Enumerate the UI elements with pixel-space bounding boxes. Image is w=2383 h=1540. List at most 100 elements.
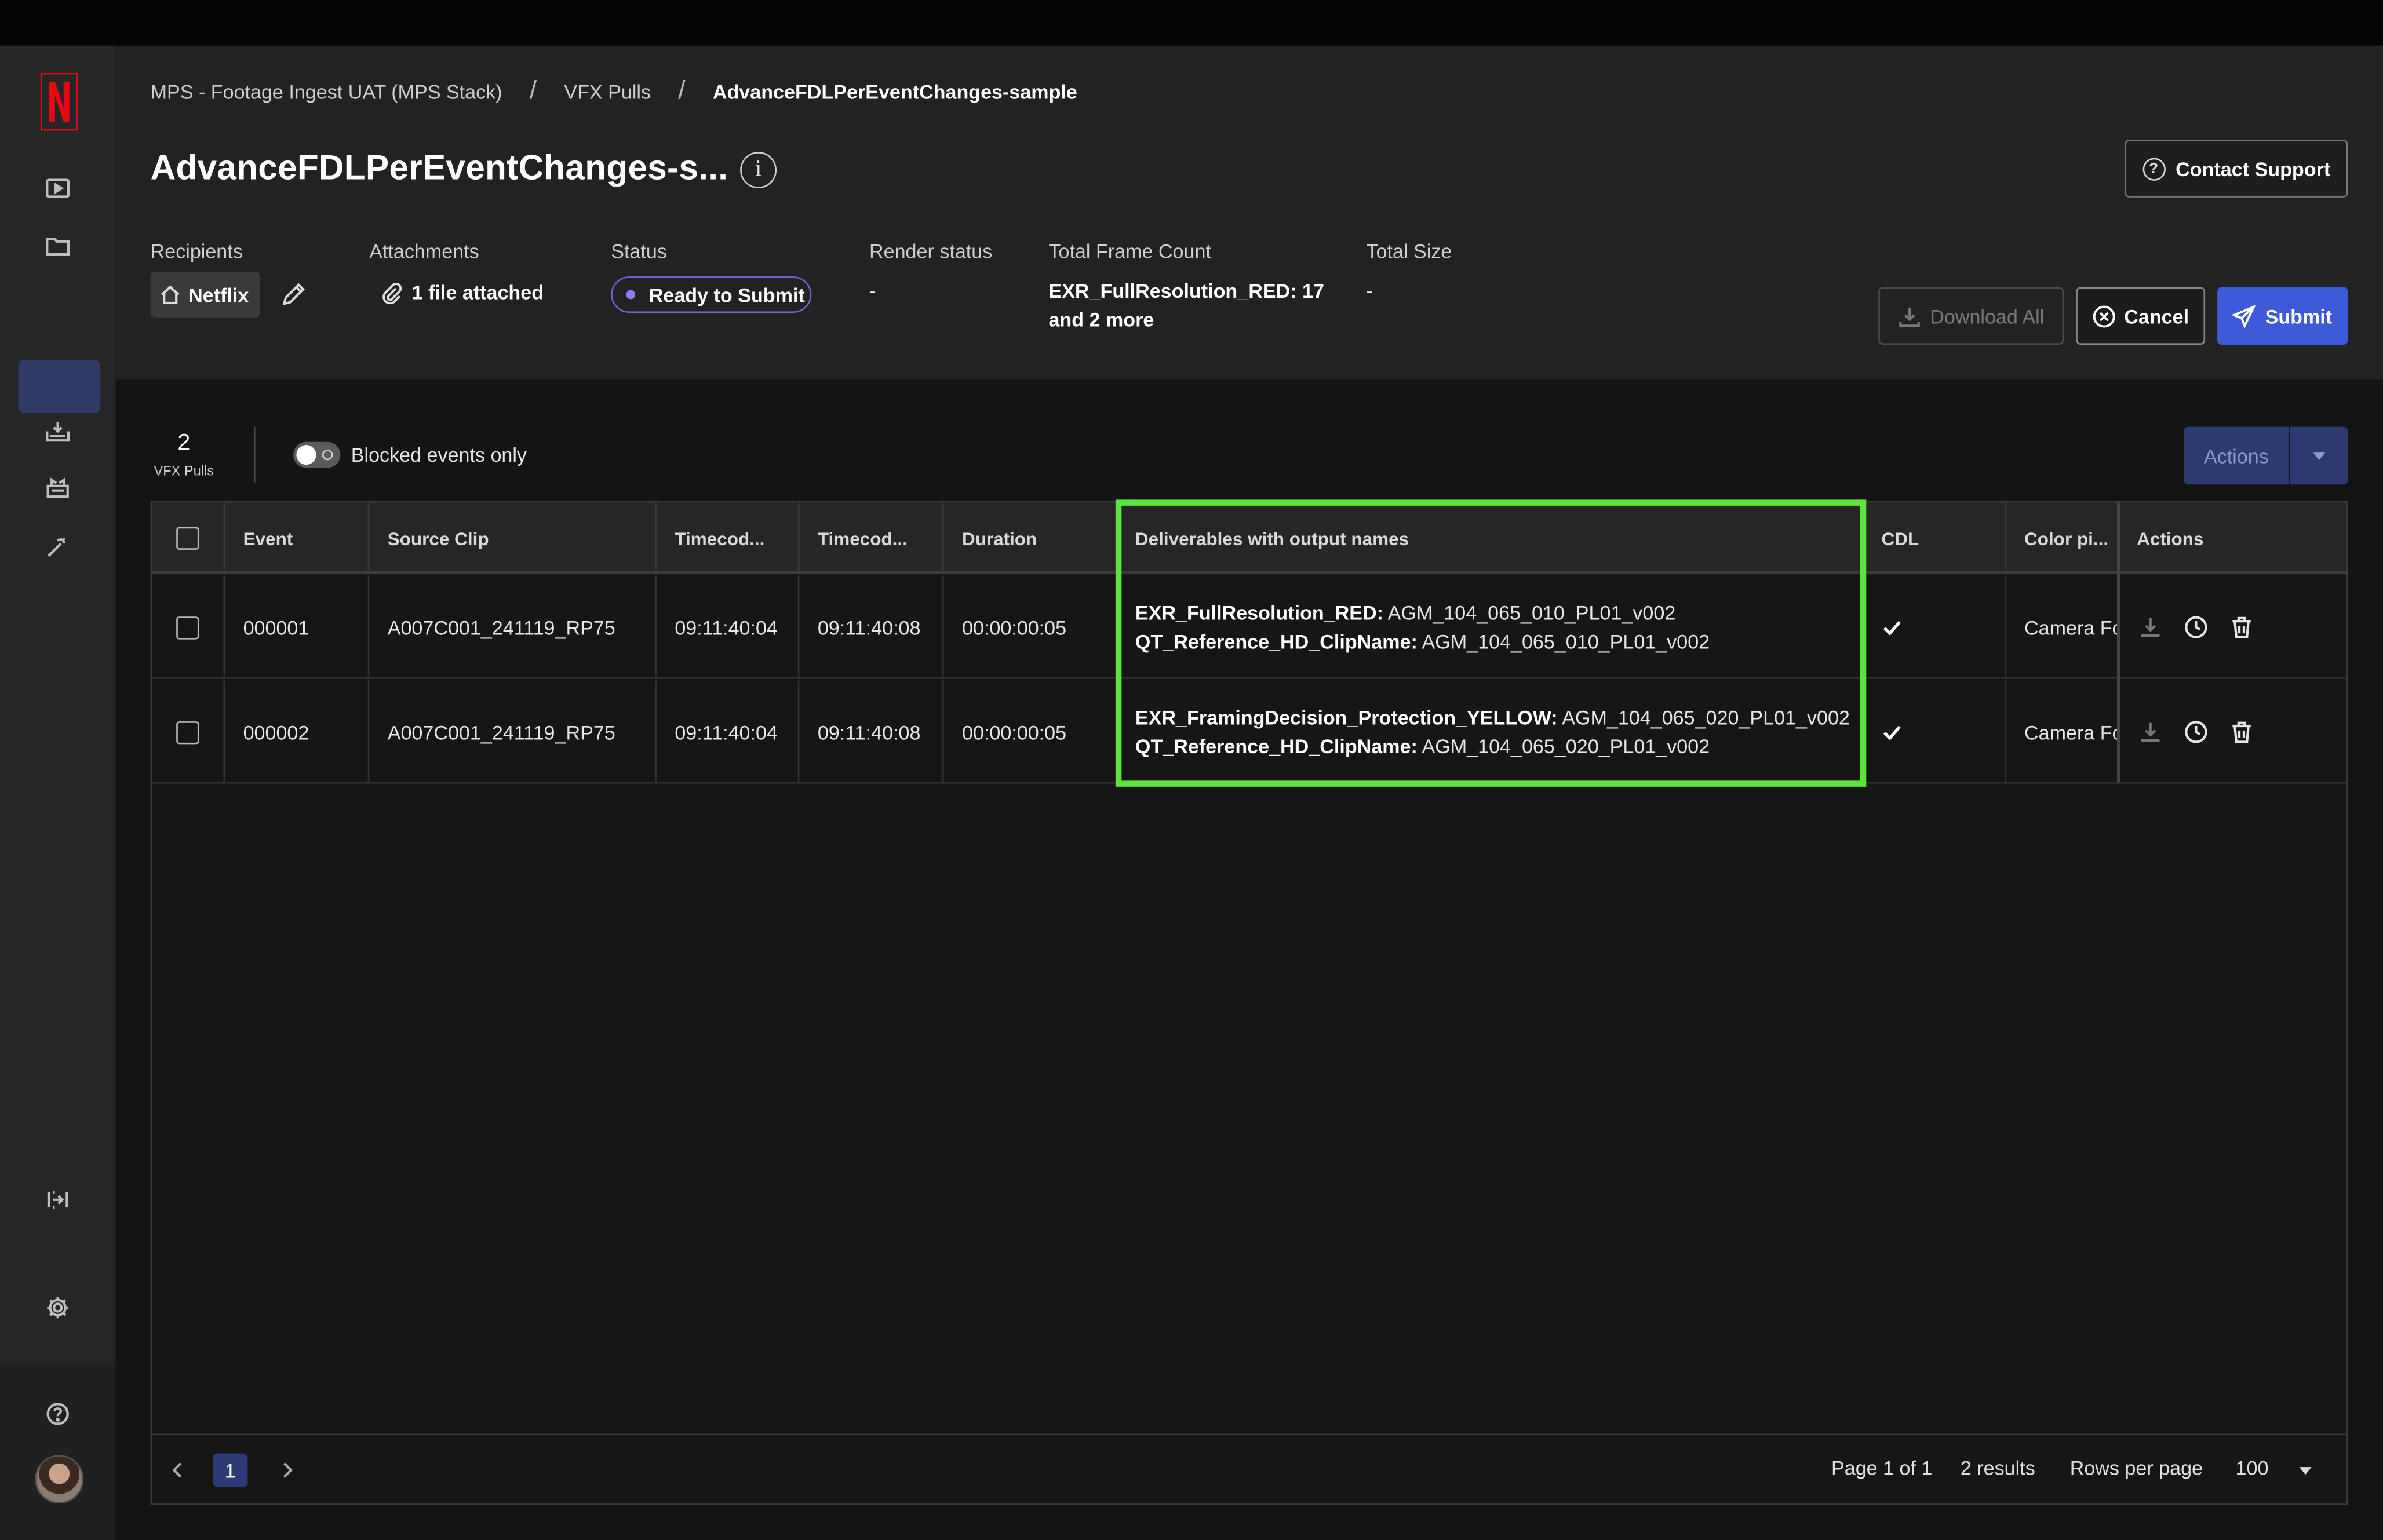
row-checkbox[interactable] xyxy=(176,720,199,744)
question-circle-icon: ? xyxy=(2142,157,2165,180)
netflix-logo[interactable] xyxy=(39,72,79,131)
cell-deliverables: EXR_FramingDecision_Protection_YELLOW: A… xyxy=(1117,680,1864,784)
total-size-label: Total Size xyxy=(1366,240,1452,263)
page-number-current[interactable]: 1 xyxy=(213,1453,248,1487)
render-status-label: Render status xyxy=(869,240,993,263)
col-color-pipeline[interactable]: Color pi... xyxy=(2006,502,2119,574)
expand-sidebar-icon[interactable] xyxy=(39,1181,76,1218)
deliverable-line: QT_Reference_HD_ClipName: AGM_104_065_01… xyxy=(1135,627,1710,656)
history-icon[interactable] xyxy=(2182,614,2210,641)
trash-icon[interactable] xyxy=(2228,718,2255,746)
contact-support-label: Contact Support xyxy=(2176,157,2331,180)
recipient-chip[interactable]: Netflix xyxy=(150,272,260,318)
download-all-label: Download All xyxy=(1930,304,2045,327)
close-circle-icon xyxy=(2092,305,2115,327)
magic-wand-icon[interactable] xyxy=(39,528,76,565)
toggle-knob xyxy=(296,445,316,465)
send-icon xyxy=(2233,304,2256,327)
download-icon[interactable] xyxy=(2137,614,2164,641)
col-deliverables[interactable]: Deliverables with output names xyxy=(1117,502,1864,574)
cell-timecode-in: 09:11:40:04 xyxy=(657,575,800,679)
cell-duration: 00:00:00:05 xyxy=(944,575,1117,679)
select-all-checkbox[interactable] xyxy=(176,527,199,550)
render-status-value: - xyxy=(869,279,876,302)
total-frame-count-label: Total Frame Count xyxy=(1048,240,1211,263)
deliverable-output: AGM_104_065_020_PL01_v002 xyxy=(1562,706,1850,729)
breadcrumb-separator: / xyxy=(529,76,537,105)
col-source-clip[interactable]: Source Clip xyxy=(369,502,657,574)
breadcrumb-separator: / xyxy=(678,76,686,105)
cell-timecode-out: 09:11:40:08 xyxy=(799,575,944,679)
trash-icon[interactable] xyxy=(2228,614,2255,641)
table-header: Event Source Clip Timecod... Timecod... … xyxy=(152,502,2346,574)
deliverable-name: EXR_FullResolution_RED: xyxy=(1135,601,1384,625)
download-all-button[interactable]: Download All xyxy=(1878,287,2064,345)
rows-per-page-label: Rows per page xyxy=(2069,1456,2203,1480)
deliverable-output: AGM_104_065_020_PL01_v002 xyxy=(1422,735,1710,758)
breadcrumb-item-project[interactable]: MPS - Footage Ingest UAT (MPS Stack) xyxy=(151,80,502,103)
submit-label: Submit xyxy=(2265,304,2333,327)
actions-dropdown-toggle[interactable] xyxy=(2290,426,2348,485)
divider xyxy=(253,426,256,483)
recipients-label: Recipients xyxy=(150,240,243,263)
breadcrumb-current: AdvanceFDLPerEventChanges-sample xyxy=(712,79,1077,103)
attachments-link[interactable]: 1 file attached xyxy=(381,281,544,304)
breadcrumb: MPS - Footage Ingest UAT (MPS Stack) / V… xyxy=(151,76,1077,105)
deliverable-name: QT_Reference_HD_ClipName: xyxy=(1135,630,1418,654)
page-title: AdvanceFDLPerEventChanges-s... xyxy=(150,147,728,187)
sidebar-footer xyxy=(0,1362,116,1540)
breadcrumb-item-vfx-pulls[interactable]: VFX Pulls xyxy=(564,80,651,103)
cell-duration: 00:00:00:05 xyxy=(944,680,1117,784)
help-icon[interactable] xyxy=(39,1396,76,1432)
cell-actions xyxy=(2119,575,2346,678)
cell-cdl xyxy=(1863,575,2006,679)
ingest-icon[interactable] xyxy=(39,413,76,450)
history-icon[interactable] xyxy=(2182,718,2210,746)
avatar[interactable] xyxy=(35,1455,84,1504)
prev-page-icon[interactable] xyxy=(164,1457,191,1484)
col-duration[interactable]: Duration xyxy=(944,502,1117,574)
deliverable-output: AGM_104_065_010_PL01_v002 xyxy=(1387,601,1676,625)
pull-icon[interactable] xyxy=(39,469,76,506)
cell-deliverables: EXR_FullResolution_RED: AGM_104_065_010_… xyxy=(1117,575,1864,679)
vfx-pulls-count: 2 xyxy=(177,429,191,456)
select-all-cell xyxy=(152,502,225,574)
contact-support-button[interactable]: ? Contact Support xyxy=(2125,140,2348,198)
row-checkbox[interactable] xyxy=(176,615,199,639)
vfx-pulls-table: Event Source Clip Timecod... Timecod... … xyxy=(150,501,2348,1505)
col-cdl[interactable]: CDL xyxy=(1863,502,2006,574)
status-dot xyxy=(626,290,636,300)
recipient-chip-label: Netflix xyxy=(188,283,249,306)
cell-timecode-in: 09:11:40:04 xyxy=(657,680,800,784)
deliverable-line: EXR_FullResolution_RED: AGM_104_065_010_… xyxy=(1135,599,1675,627)
cell-source-clip: A007C001_241119_RP75 xyxy=(369,575,657,679)
play-icon[interactable] xyxy=(39,170,76,207)
col-timecode-out[interactable]: Timecod... xyxy=(799,502,944,574)
cancel-button[interactable]: Cancel xyxy=(2076,287,2206,345)
rows-per-page-select[interactable]: 100 xyxy=(2236,1457,2269,1479)
blocked-events-toggle[interactable] xyxy=(293,441,341,468)
cancel-label: Cancel xyxy=(2124,304,2189,327)
chevron-down-icon xyxy=(2313,451,2326,459)
download-icon xyxy=(1899,306,1920,326)
checkmark-icon xyxy=(1883,725,1901,740)
col-event[interactable]: Event xyxy=(225,502,370,574)
folder-icon[interactable] xyxy=(39,228,76,264)
cell-source-clip: A007C001_241119_RP75 xyxy=(369,680,657,784)
window-top-bar xyxy=(0,0,2383,46)
edit-recipients-icon[interactable] xyxy=(280,281,307,308)
col-timecode-in[interactable]: Timecod... xyxy=(657,502,800,574)
info-icon[interactable]: i xyxy=(740,152,777,189)
total-frame-count-line2[interactable]: and 2 more xyxy=(1048,305,1154,334)
next-page-icon[interactable] xyxy=(274,1457,301,1484)
status-badge: Ready to Submit xyxy=(611,276,812,313)
vfx-pulls-count-label: VFX Pulls xyxy=(154,463,214,479)
gear-icon[interactable] xyxy=(39,1289,76,1326)
row-select-cell xyxy=(152,680,225,784)
chevron-down-icon[interactable] xyxy=(2299,1467,2312,1475)
actions-button[interactable]: Actions xyxy=(2184,426,2289,485)
toggle-off-indicator xyxy=(322,449,333,461)
total-frame-count-line1: EXR_FullResolution_RED: 17 xyxy=(1048,279,1324,302)
submit-button[interactable]: Submit xyxy=(2217,287,2348,345)
download-icon[interactable] xyxy=(2137,718,2164,746)
